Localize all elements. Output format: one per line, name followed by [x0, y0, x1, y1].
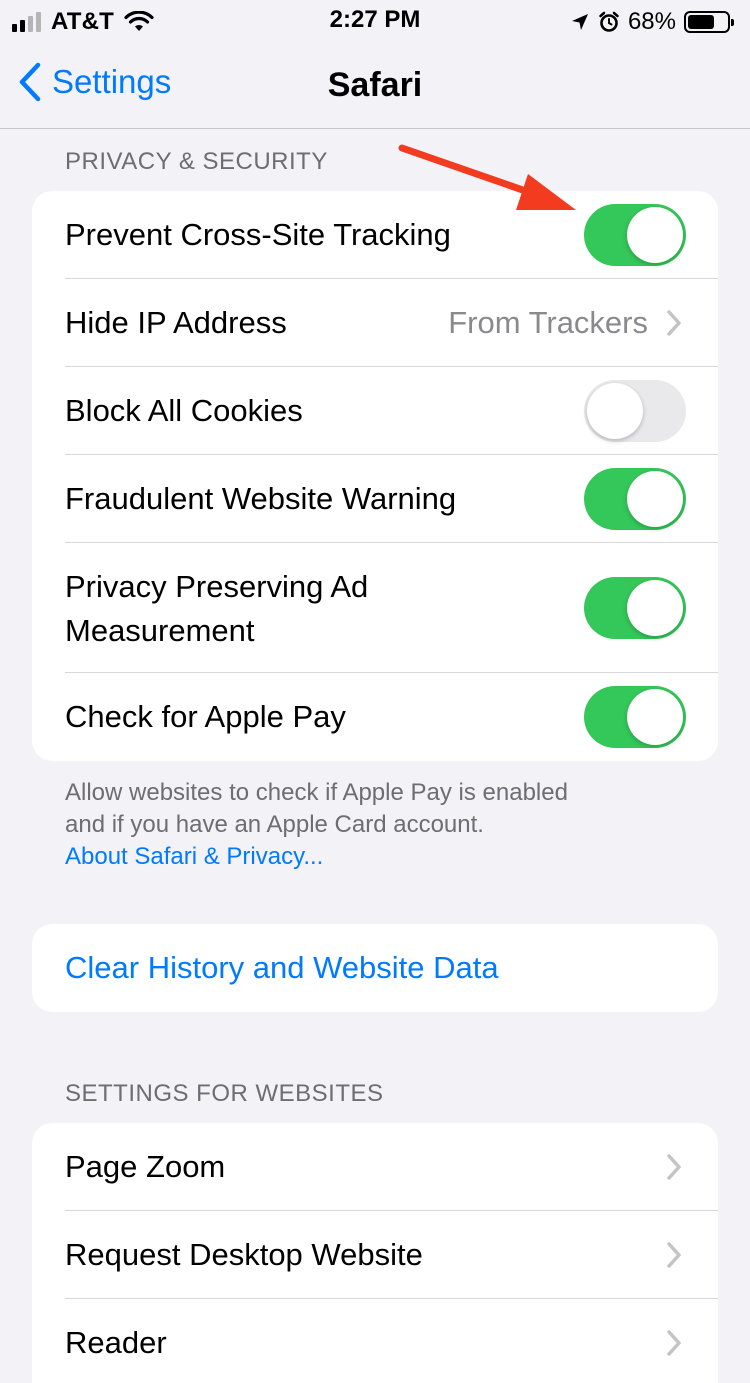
row-privacy-preserving-ad-measurement: Privacy Preserving Ad Measurement	[32, 543, 718, 673]
row-label-line1: Privacy Preserving Ad	[65, 569, 369, 604]
privacy-group: Prevent Cross-Site Tracking Hide IP Addr…	[32, 191, 718, 761]
status-bar: AT&T 2:27 PM 68%	[0, 0, 750, 40]
row-label: Page Zoom	[65, 1149, 226, 1184]
check-for-apple-pay-toggle[interactable]	[584, 686, 686, 748]
battery-fill	[688, 15, 714, 29]
alarm-clock-icon	[599, 11, 619, 32]
clear-history-group: Clear History and Website Data	[32, 924, 718, 1012]
about-safari-privacy-link[interactable]: About Safari & Privacy...	[65, 841, 705, 873]
prevent-cross-site-tracking-toggle[interactable]	[584, 204, 686, 266]
chevron-right-icon	[667, 1242, 681, 1268]
chevron-right-icon	[667, 1330, 681, 1356]
annotation-arrow-icon	[398, 144, 576, 210]
row-label: Block All Cookies	[65, 393, 303, 428]
websites-group: Page Zoom Request Desktop Website Reader	[32, 1123, 718, 1383]
row-check-for-apple-pay: Check for Apple Pay	[32, 673, 718, 761]
row-page-zoom[interactable]: Page Zoom	[32, 1123, 718, 1211]
row-label: Prevent Cross-Site Tracking	[65, 217, 451, 252]
row-reader[interactable]: Reader	[32, 1299, 718, 1383]
row-label: Check for Apple Pay	[65, 699, 346, 734]
row-hide-ip-address[interactable]: Hide IP Address From Trackers	[32, 279, 718, 367]
row-label: Fraudulent Website Warning	[65, 481, 457, 516]
row-prevent-cross-site-tracking: Prevent Cross-Site Tracking	[32, 191, 718, 279]
chevron-right-icon	[667, 310, 681, 336]
row-request-desktop-website[interactable]: Request Desktop Website	[32, 1211, 718, 1299]
page-title: Safari	[327, 66, 423, 104]
clear-history-button[interactable]: Clear History and Website Data	[32, 924, 718, 1012]
footer-line-1: Allow websites to check if Apple Pay is …	[65, 779, 568, 806]
row-fraudulent-website-warning: Fraudulent Website Warning	[32, 455, 718, 543]
row-label: Request Desktop Website	[65, 1237, 423, 1272]
battery-icon	[684, 11, 734, 33]
navigation-bar: Settings Safari	[0, 40, 750, 129]
privacy-footer: Allow websites to check if Apple Pay is …	[65, 777, 705, 873]
section-header-privacy: PRIVACY & SECURITY	[65, 148, 328, 175]
clear-history-label: Clear History and Website Data	[65, 950, 499, 985]
location-arrow-icon	[571, 14, 588, 30]
row-label: Reader	[65, 1325, 167, 1360]
row-block-all-cookies: Block All Cookies	[32, 367, 718, 455]
footer-line-2: and if you have an Apple Card account.	[65, 811, 484, 838]
chevron-right-icon	[667, 1154, 681, 1180]
fraudulent-website-warning-toggle[interactable]	[584, 468, 686, 530]
battery-percent: 68%	[627, 8, 676, 35]
status-right: 68%	[570, 8, 734, 36]
privacy-preserving-ad-measurement-toggle[interactable]	[584, 577, 686, 639]
row-label: Hide IP Address	[65, 305, 287, 340]
block-all-cookies-toggle[interactable]	[584, 380, 686, 442]
section-header-websites: SETTINGS FOR WEBSITES	[65, 1080, 384, 1107]
row-label-line2: Measurement	[65, 613, 255, 648]
hide-ip-detail: From Trackers	[448, 305, 648, 340]
